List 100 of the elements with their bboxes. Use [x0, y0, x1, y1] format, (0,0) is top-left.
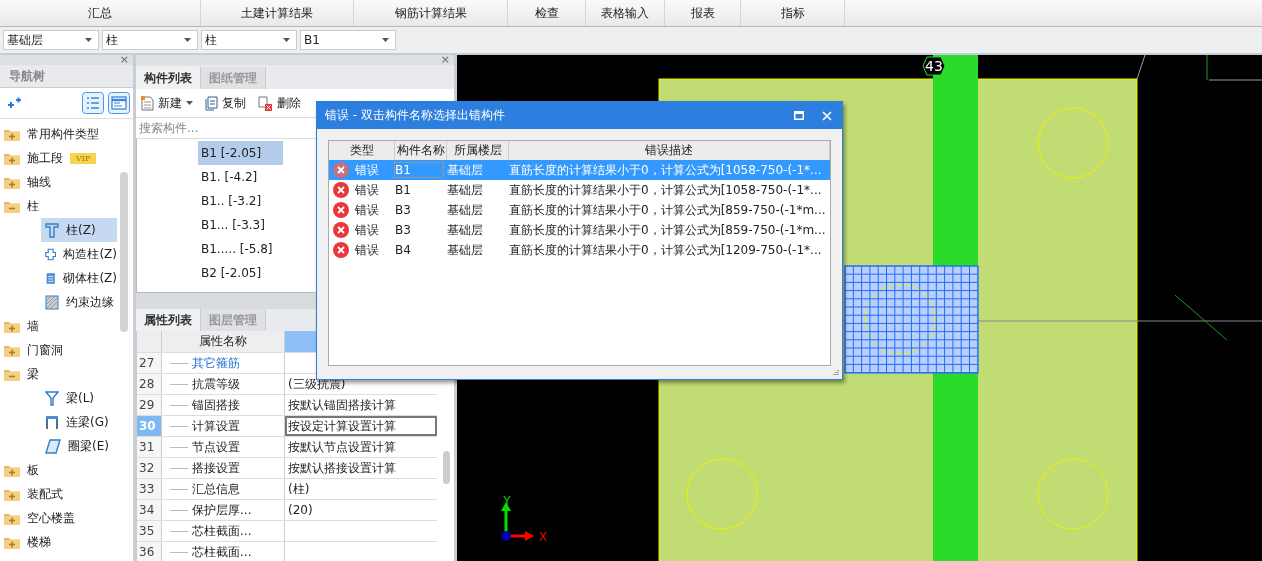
floor-name: 基础层: [447, 201, 484, 219]
tab[interactable]: 属性列表: [136, 309, 201, 331]
property-name: 搭接设置: [192, 459, 240, 477]
tree-item[interactable]: 墙: [0, 314, 133, 338]
property-value[interactable]: (20): [288, 503, 313, 517]
menu-tab[interactable]: 表格输入: [586, 0, 665, 26]
component-item[interactable]: B1 [-2.05]: [198, 141, 283, 165]
tree-item[interactable]: 圈梁(E): [41, 434, 117, 458]
property-value[interactable]: 按默认节点设置计算: [288, 438, 396, 456]
tree-item[interactable]: 施工段 VIP: [0, 146, 133, 170]
maximize-icon[interactable]: [793, 111, 804, 120]
tree-item[interactable]: 柱: [0, 194, 133, 218]
property-name: 芯柱截面...: [192, 543, 252, 561]
property-value[interactable]: 按设定计算设置计算: [288, 417, 396, 435]
row-number: 33: [137, 479, 162, 499]
menu-tab[interactable]: 检查: [508, 0, 586, 26]
error-type: 错误: [355, 241, 380, 259]
tree-item[interactable]: 楼梯: [0, 530, 133, 554]
property-name: 锚固搭接: [192, 396, 240, 414]
grid-line: [1136, 55, 1146, 80]
dropdown[interactable]: 基础层: [3, 30, 99, 50]
scrollbar-thumb[interactable]: [120, 172, 128, 332]
dropdown-caret-icon: [85, 38, 92, 42]
hatched-square-icon: [45, 294, 59, 310]
component-item[interactable]: B1... [-3.3]: [198, 213, 283, 237]
window-view-icon[interactable]: [108, 92, 130, 114]
tree-item[interactable]: 梁(L): [41, 386, 117, 410]
property-value[interactable]: 按默认锚固搭接计算: [288, 396, 396, 414]
menu-tab[interactable]: 指标: [741, 0, 845, 26]
error-icon: [333, 242, 349, 258]
menu-tab[interactable]: 汇总: [0, 0, 201, 26]
error-icon: [333, 222, 349, 238]
row-number: 28: [137, 374, 162, 394]
menu-tab[interactable]: 钢筋计算结果: [354, 0, 508, 26]
tab[interactable]: 构件列表: [136, 67, 201, 89]
property-name: 其它箍筋: [192, 354, 240, 372]
new-document-icon: [141, 95, 154, 111]
column-header: 属性名称: [162, 331, 285, 352]
close-button[interactable]: ×: [119, 55, 129, 65]
error-row[interactable]: 错误 B3 基础层 直筋长度的计算结果小于0，计算公式为[859-750-(-1*m...: [329, 200, 830, 220]
property-value[interactable]: (柱): [288, 480, 310, 498]
component-item[interactable]: B2 [-2.05]: [198, 261, 283, 285]
tree-item[interactable]: 轴线: [0, 170, 133, 194]
tree-item[interactable]: 常用构件类型: [0, 122, 133, 146]
tree-item[interactable]: 板: [0, 458, 133, 482]
error-row[interactable]: 错误 B3 基础层 直筋长度的计算结果小于0，计算公式为[859-750-(-1*m...: [329, 220, 830, 240]
property-name: 芯柱截面...: [192, 522, 252, 540]
tree-item[interactable]: 约束边缘: [41, 290, 117, 314]
tree-item[interactable]: 柱(Z): [41, 218, 117, 242]
delete-document-icon: [258, 95, 273, 111]
scrollbar-thumb[interactable]: [443, 451, 450, 484]
close-button[interactable]: ×: [440, 55, 450, 65]
circle-outline: [1037, 458, 1109, 530]
tree-item[interactable]: 空心楼盖: [0, 506, 133, 530]
gate-beam-icon: [45, 414, 59, 430]
toolbar-button[interactable]: 新建: [141, 94, 193, 112]
toolbar-button[interactable]: 复制: [205, 94, 246, 112]
property-name: 汇总信息: [192, 480, 240, 498]
error-icon: [333, 162, 349, 178]
tree-item[interactable]: 构造柱(Z): [41, 242, 117, 266]
tree-item[interactable]: 梁: [0, 362, 133, 386]
floor-name: 基础层: [447, 181, 484, 199]
error-description: 直筋长度的计算结果小于0，计算公式为[1209-750-(-1*...: [509, 241, 823, 259]
column-icon: [45, 222, 59, 238]
toolbar-button[interactable]: 删除: [258, 94, 301, 112]
component-name: B3: [395, 203, 412, 217]
list-view-icon[interactable]: [82, 92, 104, 114]
vip-badge: VIP: [70, 152, 97, 164]
close-icon[interactable]: [821, 110, 832, 121]
axis-number: 43: [925, 58, 943, 74]
dropdown[interactable]: B1: [300, 30, 396, 50]
funnel-beam-icon: [45, 390, 59, 406]
dropdown[interactable]: 柱: [102, 30, 198, 50]
error-icon: [333, 202, 349, 218]
tree-item[interactable]: 砌体柱(Z): [41, 266, 117, 290]
tree-item[interactable]: 装配式: [0, 482, 133, 506]
menu-tab[interactable]: 土建计算结果: [201, 0, 354, 26]
tree-item[interactable]: 门窗洞: [0, 338, 133, 362]
property-value[interactable]: 按默认搭接设置计算: [288, 459, 396, 477]
component-item[interactable]: B1..... [-5.8]: [198, 237, 283, 261]
panel-title: 导航树: [0, 65, 133, 88]
property-name: 计算设置: [192, 417, 240, 435]
property-name: 抗震等级: [192, 375, 240, 393]
dropdown[interactable]: 柱: [201, 30, 297, 50]
row-number: 35: [137, 521, 162, 541]
tree-item[interactable]: 连梁(G): [41, 410, 117, 434]
component-name: B3: [395, 223, 412, 237]
component-name: B4: [395, 243, 412, 257]
row-number: 27: [137, 353, 162, 373]
menu-tab[interactable]: 报表: [665, 0, 741, 26]
resize-grip-icon[interactable]: [831, 369, 840, 377]
brick-column-icon: [45, 270, 57, 286]
row-number: 30: [137, 416, 162, 436]
floor-name: 基础层: [447, 221, 484, 239]
property-name: 节点设置: [192, 438, 240, 456]
error-row[interactable]: 错误 B1 基础层 直筋长度的计算结果小于0，计算公式为[1058-750-(-1*...: [329, 180, 830, 200]
row-number: 34: [137, 500, 162, 520]
component-item[interactable]: B1.. [-3.2]: [198, 189, 283, 213]
error-row[interactable]: 错误 B4 基础层 直筋长度的计算结果小于0，计算公式为[1209-750-(-1*...: [329, 240, 830, 260]
component-item[interactable]: B1. [-4.2]: [198, 165, 283, 189]
